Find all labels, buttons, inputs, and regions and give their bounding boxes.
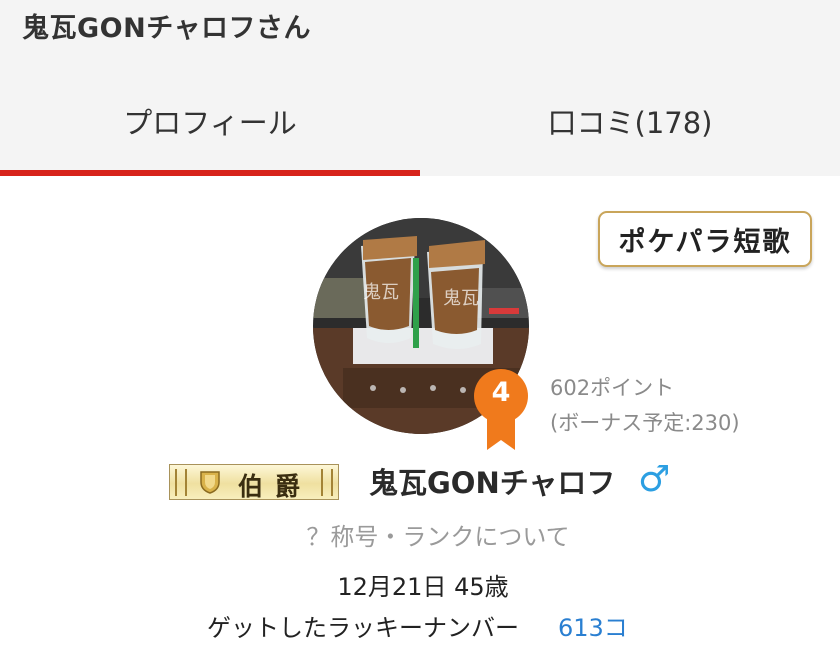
plate-decoration-right — [321, 469, 333, 496]
title-plate-text: 伯爵 — [238, 472, 313, 501]
rank-info-link[interactable]: ？称号・ランクについて — [0, 517, 840, 552]
birthday-age: 12月21日 45歳 — [0, 567, 840, 602]
points-text: 602ポイント — [550, 376, 675, 400]
tab-profile[interactable]: プロフィール — [0, 88, 420, 176]
rank-info-link-label: ？称号・ランクについて — [306, 523, 570, 551]
lucky-number-label: ゲットしたラッキーナンバー — [207, 614, 519, 642]
birthday-text: 12月21日 45歳 — [337, 573, 509, 601]
page-title: 鬼瓦GONチャロフさん — [22, 13, 311, 44]
plate-decoration-left — [175, 469, 187, 496]
shield-icon — [200, 470, 220, 494]
lucky-number-link[interactable]: 613コ — [558, 608, 628, 643]
username: 鬼瓦GONチャロフ — [369, 466, 616, 500]
tab-reviews[interactable]: 口コミ(178) — [420, 88, 840, 176]
pokepara-tanka-button[interactable]: ポケパラ短歌 — [598, 211, 812, 267]
male-icon: ♂ — [638, 459, 671, 500]
header-area: 鬼瓦GONチャロフさん プロフィール 口コミ(178) — [0, 0, 840, 176]
svg-text:鬼瓦: 鬼瓦 — [363, 282, 399, 303]
bonus-text: (ボーナス予定:230) — [550, 411, 740, 435]
tab-profile-label: プロフィール — [123, 106, 297, 140]
title-plate: 伯爵 — [169, 464, 339, 501]
rank-number: 4 — [491, 377, 511, 408]
rank-ribbon-icon: 4 — [472, 368, 530, 450]
svg-text:鬼瓦: 鬼瓦 — [443, 288, 479, 309]
tab-reviews-label: 口コミ(178) — [547, 106, 713, 140]
active-tab-indicator — [0, 170, 420, 176]
